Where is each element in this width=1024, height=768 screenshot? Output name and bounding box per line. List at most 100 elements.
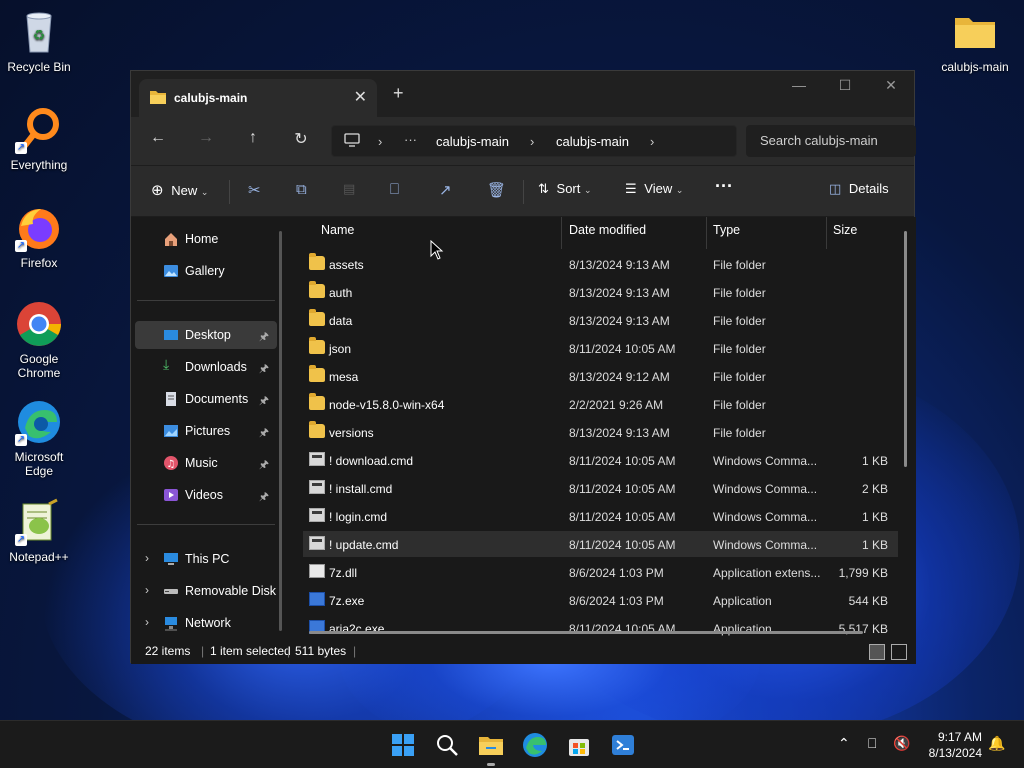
details-view-icon[interactable] — [869, 644, 885, 660]
nav-item-removable-disk[interactable]: › Removable Disk — [135, 577, 277, 605]
desktop-icon-edge[interactable]: ↗ Microsoft Edge — [0, 398, 78, 478]
forward-arrow-icon[interactable]: → — [191, 129, 221, 147]
file-row[interactable]: json 8/11/2024 10:05 AM File folder — [303, 335, 898, 361]
back-arrow-icon[interactable]: ← — [143, 129, 173, 147]
desktop-icon-firefox[interactable]: ↗ Firefox — [0, 204, 78, 270]
chevron-right-icon[interactable]: › — [145, 615, 149, 629]
pin-icon[interactable]: 🖈 — [259, 392, 269, 411]
nav-item-gallery[interactable]: Gallery — [135, 257, 277, 285]
column-header-name[interactable]: Name — [321, 223, 354, 251]
more-options-button[interactable]: ··· — [715, 176, 733, 197]
file-list-horizontal-scrollbar[interactable] — [309, 631, 863, 634]
start-windows-icon[interactable] — [389, 731, 417, 759]
file-list-vertical-scrollbar[interactable] — [904, 231, 907, 467]
sort-button[interactable]: ⇅ Sort ⌄ — [538, 181, 592, 197]
paste-icon[interactable]: ▤ — [343, 181, 355, 197]
column-header-date[interactable]: Date modified — [569, 223, 646, 251]
chevron-right-icon[interactable]: › — [145, 583, 149, 597]
pin-icon[interactable]: 🖈 — [259, 456, 269, 475]
system-clock[interactable]: 9:17 AM 8/13/2024 — [922, 729, 982, 761]
nav-item-network[interactable]: › Network — [135, 609, 277, 637]
selection-count: 1 item selected — [210, 644, 291, 658]
chevron-right-icon: › — [378, 134, 383, 149]
file-row[interactable]: assets 8/13/2024 9:13 AM File folder — [303, 251, 898, 277]
microsoft-store-icon[interactable] — [565, 731, 593, 759]
maximize-icon[interactable]: ☐ — [822, 77, 868, 94]
file-row[interactable]: data 8/13/2024 9:13 AM File folder — [303, 307, 898, 333]
file-explorer-icon[interactable] — [477, 731, 505, 759]
close-window-icon[interactable]: ✕ — [868, 77, 914, 94]
breadcrumb-item[interactable]: calubjs-main — [556, 134, 629, 149]
desktop-icon-calubjs-folder[interactable]: calubjs-main — [936, 8, 1014, 74]
pin-icon[interactable]: 🖈 — [259, 360, 269, 379]
chevron-up-icon[interactable]: ⌃ — [838, 735, 850, 752]
share-icon[interactable]: ↗ — [439, 181, 452, 199]
file-row[interactable]: ! install.cmd 8/11/2024 10:05 AM Windows C… — [303, 475, 898, 501]
removable-disk-icon — [163, 583, 179, 599]
refresh-icon[interactable]: ↻ — [286, 129, 316, 149]
clock-time: 9:17 AM — [937, 730, 982, 744]
pin-icon[interactable]: 🖈 — [259, 488, 269, 507]
breadcrumb-item[interactable]: calubjs-main — [436, 134, 509, 149]
file-row[interactable]: node-v15.8.0-win-x64 2/2/2021 9:26 AM File… — [303, 391, 898, 417]
cut-icon[interactable]: ✂ — [248, 181, 261, 199]
file-explorer-window[interactable]: calubjs-main ✕ + — ☐ ✕ ← → ↑ ↻ › ··· cal… — [130, 70, 916, 664]
new-button[interactable]: ⊕ New ⌄ — [151, 181, 208, 199]
file-type: Application — [713, 594, 772, 608]
up-arrow-icon[interactable]: ↑ — [238, 129, 268, 147]
column-header-size[interactable]: Size — [833, 223, 857, 251]
notification-bell-icon[interactable]: 🔔 — [988, 735, 1005, 752]
desktop-icon-recycle-bin[interactable]: ♻ Recycle Bin — [0, 8, 78, 74]
breadcrumb-overflow[interactable]: ··· — [404, 132, 417, 147]
file-row[interactable]: mesa 8/13/2024 9:12 AM File folder — [303, 363, 898, 389]
file-row[interactable]: 7z.exe 8/6/2024 1:03 PM Application 544 KB — [303, 587, 898, 613]
view-button[interactable]: ☰ View ⌄ — [625, 181, 683, 197]
file-row[interactable]: ! login.cmd 8/11/2024 10:05 AM Windows Com… — [303, 503, 898, 529]
nav-pane-scrollbar[interactable] — [279, 231, 282, 631]
nav-item-downloads[interactable]: ⤓ Downloads 🖈 — [135, 353, 277, 381]
nav-item-pictures[interactable]: Pictures 🖈 — [135, 417, 277, 445]
terminal-app-icon[interactable] — [609, 731, 637, 759]
minimize-icon[interactable]: — — [776, 77, 822, 93]
copy-icon[interactable]: ⧉ — [296, 181, 307, 198]
nav-item-this-pc[interactable]: › This PC — [135, 545, 277, 573]
edge-icon[interactable] — [521, 731, 549, 759]
file-name: auth — [329, 286, 353, 300]
desktop-icon-everything[interactable]: ↗ Everything — [0, 106, 78, 172]
pin-icon[interactable]: 🖈 — [259, 424, 269, 443]
column-divider[interactable] — [826, 217, 827, 249]
desktop-icon-chrome[interactable]: Google Chrome — [0, 300, 78, 380]
pin-icon[interactable]: 🖈 — [259, 328, 269, 347]
delete-icon[interactable]: 🗑 — [487, 181, 506, 199]
nav-item-documents[interactable]: Documents 🖈 — [135, 385, 277, 413]
search-icon[interactable] — [433, 731, 461, 759]
tab-calubjs-main[interactable]: calubjs-main ✕ — [139, 79, 377, 117]
folder-icon — [309, 365, 325, 382]
nav-item-music[interactable]: ♫ Music 🖈 — [135, 449, 277, 477]
column-divider[interactable] — [706, 217, 707, 249]
file-row[interactable]: ! download.cmd 8/11/2024 10:05 AM Windows … — [303, 447, 898, 473]
nav-item-desktop[interactable]: Desktop 🖈 — [135, 321, 277, 349]
desktop-icon-notepadpp[interactable]: ↗ Notepad++ — [0, 498, 78, 564]
rename-icon[interactable]: ⎕ — [390, 181, 399, 198]
file-row[interactable]: versions 8/13/2024 9:13 AM File folder — [303, 419, 898, 445]
column-divider[interactable] — [561, 217, 562, 249]
network-monitor-icon[interactable]: ⎕ — [868, 735, 876, 752]
chevron-right-icon[interactable]: › — [145, 551, 149, 565]
file-row[interactable]: auth 8/13/2024 9:13 AM File folder — [303, 279, 898, 305]
file-name: versions — [329, 426, 374, 440]
file-row[interactable]: 7z.dll 8/6/2024 1:03 PM Application extens… — [303, 559, 898, 585]
details-button-label: Details — [848, 181, 889, 196]
large-icons-view-icon[interactable] — [891, 644, 907, 660]
view-lines-icon: ☰ — [625, 181, 637, 196]
column-header-type[interactable]: Type — [713, 223, 740, 251]
new-tab-button[interactable]: + — [393, 83, 404, 104]
nav-item-videos[interactable]: Videos 🖈 — [135, 481, 277, 509]
file-row[interactable]: ! update.cmd 8/11/2024 10:05 AM Windows Co… — [303, 531, 898, 557]
details-pane-button[interactable]: ◫ Details — [829, 181, 889, 197]
nav-item-home[interactable]: Home — [135, 225, 277, 253]
address-bar[interactable]: › ··· calubjs-main › calubjs-main › — [331, 125, 737, 157]
volume-muted-icon[interactable]: 🔇 — [893, 735, 910, 752]
close-tab-icon[interactable]: ✕ — [354, 87, 367, 107]
search-input[interactable]: Search calubjs-main — [746, 125, 916, 157]
